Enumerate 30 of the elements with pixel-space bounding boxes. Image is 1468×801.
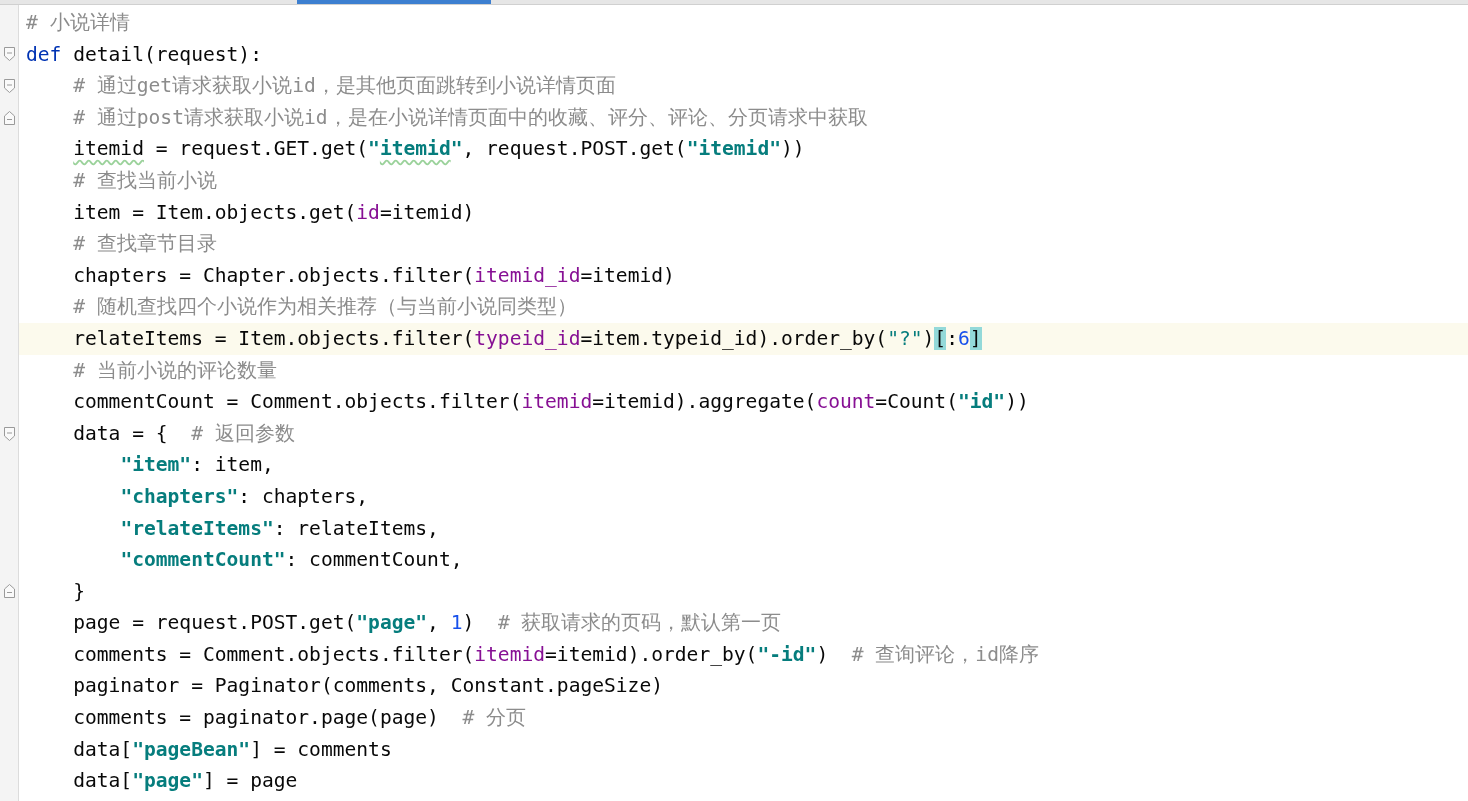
code-line: "relateItems": relateItems, (119, 515, 440, 542)
code-line: # 随机查找四个小说作为相关推荐（与当前小说同类型） (72, 294, 578, 321)
code-line: # 通过get请求获取小说id，是其他页面跳转到小说详情页面 (72, 73, 617, 100)
code-line: chapters = Chapter.objects.filter(itemid_id=itemid) (72, 262, 676, 289)
code-line: commentCount = Comment.objects.filter(itemid=itemid).aggregate(count=Count("id")) (72, 389, 1030, 416)
code-line: # 通过post请求获取小说id，是在小说详情页面中的收藏、评分、评论、分页请求中获取 (72, 104, 869, 131)
code-line: # 查找章节目录 (72, 231, 218, 258)
code-line: comments = Comment.objects.filter(itemid=itemid).order_by("-id") # 查询评论，id降序 (72, 641, 1040, 668)
code-line: item = Item.objects.get(id=itemid) (72, 199, 476, 226)
code-line: paginator = Paginator(comments, Constant.pageSize) (72, 673, 664, 700)
code-line: data["page"] = page (72, 768, 299, 795)
code-line: # 当前小说的评论数量 (72, 357, 278, 384)
code-line: data = { # 返回参数 (72, 420, 296, 447)
fold-icon[interactable] (3, 426, 15, 441)
fold-icon[interactable] (3, 47, 15, 62)
fold-icon[interactable] (3, 584, 15, 599)
code-line: # 小说详情 (25, 10, 131, 36)
code-line: comments = paginator.page(page) # 分页 (72, 705, 528, 732)
code-line: "commentCount": commentCount, (119, 547, 464, 574)
code-line: data["pageBean"] = comments (72, 736, 393, 763)
code-line: } (72, 578, 86, 605)
code-line: "chapters": chapters, (119, 483, 370, 510)
fold-icon[interactable] (3, 110, 15, 125)
code-line: # 查找当前小说 (72, 167, 218, 194)
fold-icon[interactable] (3, 79, 15, 93)
code-line: page = request.POST.get("page", 1) # 获取请求的页码，默认第一页 (72, 610, 783, 637)
code-line: def detail(request): (25, 41, 263, 68)
scrollbar-thumb[interactable] (297, 0, 491, 4)
code-line: "item": item, (119, 452, 275, 479)
code-line: itemid = request.GET.get("itemid", request.POST.get("itemid")) (72, 136, 806, 163)
